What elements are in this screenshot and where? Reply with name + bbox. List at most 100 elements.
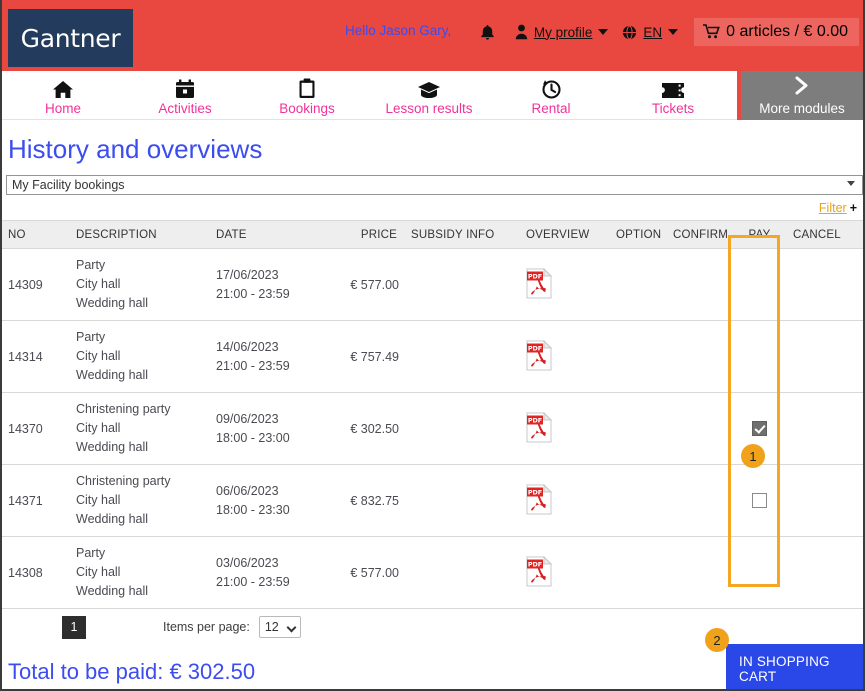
nav-item-more-modules[interactable]: More modules: [737, 71, 863, 120]
cell-subsidy-info: [405, 248, 520, 321]
gantner-logo[interactable]: Gantner: [8, 9, 133, 67]
description-line-2: City hall: [76, 277, 121, 291]
pdf-file-icon[interactable]: PDF: [526, 555, 553, 587]
cell-description: Christening party City hall Wedding hall: [70, 464, 210, 537]
facility-select[interactable]: My Facility bookings: [6, 175, 863, 195]
cell-pay: [732, 248, 787, 321]
date-value: 03/06/2023: [216, 555, 279, 570]
pay-checkbox[interactable]: [752, 493, 767, 509]
items-per-page-select[interactable]: 12: [258, 616, 301, 638]
description-line-1: Christening party: [76, 474, 171, 488]
svg-text:PDF: PDF: [528, 488, 542, 496]
date-value: 17/06/2023: [216, 267, 279, 282]
time-value: 21:00 - 23:59: [216, 286, 290, 301]
col-header-date: DATE: [210, 220, 320, 249]
svg-text:PDF: PDF: [528, 344, 542, 352]
pdf-file-icon[interactable]: PDF: [526, 411, 553, 443]
cell-cancel: [787, 536, 863, 609]
cell-price: € 757.49: [320, 320, 405, 393]
cell-date: 09/06/2023 18:00 - 23:00: [210, 392, 320, 465]
cell-cancel: [787, 320, 863, 393]
cell-option: [610, 320, 667, 393]
items-per-page-label: Items per page:: [163, 620, 250, 634]
nav-item-home[interactable]: Home: [2, 71, 124, 119]
svg-text:PDF: PDF: [528, 416, 542, 424]
table-row: 14314 Party City hall Wedding hall 14/06/202…: [2, 320, 863, 393]
cart-summary-button[interactable]: 0 articles / € 0.00: [694, 18, 859, 46]
filter-plus-icon[interactable]: +: [850, 201, 857, 215]
cell-confirm: [667, 392, 732, 465]
description-line-2: City hall: [76, 565, 121, 579]
filter-row: Filter +: [2, 195, 863, 220]
my-profile-menu[interactable]: My profile: [515, 24, 609, 40]
cell-no: 14309: [2, 248, 70, 321]
calendar-icon: [175, 77, 195, 99]
cell-price: € 577.00: [320, 248, 405, 321]
bell-icon: [480, 24, 495, 41]
pdf-file-icon[interactable]: PDF: [526, 339, 553, 371]
cell-overview: PDF: [520, 320, 610, 393]
cell-pay: [732, 464, 787, 537]
cell-pay: [732, 536, 787, 609]
date-value: 14/06/2023: [216, 339, 279, 354]
clock-history-icon: [541, 77, 562, 99]
nav-label: Lesson results: [385, 101, 473, 116]
nav-item-tickets[interactable]: Tickets: [612, 71, 734, 119]
logo-text: Gantner: [20, 23, 121, 53]
cell-confirm: [667, 248, 732, 321]
pay-checkbox[interactable]: [752, 421, 767, 437]
nav-item-bookings[interactable]: Bookings: [246, 71, 368, 119]
cell-price: € 832.75: [320, 464, 405, 537]
pagination-bar: 1 Items per page: 12: [2, 609, 863, 645]
svg-text:PDF: PDF: [528, 272, 542, 280]
notifications-button[interactable]: [480, 24, 501, 41]
bookings-table: NO DESCRIPTION DATE PRICE SUBSIDY INFO O…: [2, 220, 863, 609]
chevron-down-icon: [598, 29, 609, 35]
cell-date: 14/06/2023 21:00 - 23:59: [210, 320, 320, 393]
cell-no: 14308: [2, 536, 70, 609]
home-icon: [52, 77, 74, 99]
cell-subsidy-info: [405, 464, 520, 537]
cell-cancel: [787, 464, 863, 537]
time-value: 18:00 - 23:00: [216, 430, 290, 445]
graduation-cap-icon: [417, 77, 441, 99]
time-value: 18:00 - 23:30: [216, 502, 290, 517]
cell-description: Party City hall Wedding hall: [70, 320, 210, 393]
cell-cancel: [787, 248, 863, 321]
nav-item-rental[interactable]: Rental: [490, 71, 612, 119]
col-header-description: DESCRIPTION: [70, 220, 210, 249]
cell-date: 17/06/2023 21:00 - 23:59: [210, 248, 320, 321]
table-row: 14309 Party City hall Wedding hall 17/06/202…: [2, 248, 863, 321]
user-icon: [515, 24, 528, 40]
cell-overview: PDF: [520, 536, 610, 609]
nav-label: Rental: [531, 101, 571, 116]
svg-text:PDF: PDF: [528, 560, 542, 568]
col-header-confirm: CONFIRM: [667, 220, 732, 249]
cell-option: [610, 392, 667, 465]
time-value: 21:00 - 23:59: [216, 574, 290, 589]
filter-link[interactable]: Filter: [819, 201, 847, 215]
chevron-down-icon: [847, 181, 855, 186]
table-body: 14309 Party City hall Wedding hall 17/06/202…: [2, 248, 863, 609]
nav-item-activities[interactable]: Activities: [124, 71, 246, 119]
col-header-cancel: CANCEL: [787, 220, 863, 249]
cell-subsidy-info: [405, 392, 520, 465]
cell-confirm: [667, 464, 732, 537]
shopping-cart-icon: [703, 24, 720, 39]
cell-price: € 302.50: [320, 392, 405, 465]
language-label: EN: [643, 24, 663, 40]
description-line-3: Wedding hall: [76, 296, 149, 310]
main-navigation: Home Activities Bookings Lesson results …: [2, 71, 863, 120]
table-header-row: NO DESCRIPTION DATE PRICE SUBSIDY INFO O…: [2, 220, 863, 249]
page-button-1[interactable]: 1: [62, 615, 86, 639]
pdf-file-icon[interactable]: PDF: [526, 267, 553, 299]
in-shopping-cart-button[interactable]: IN SHOPPING CART: [726, 644, 863, 689]
table-header: NO DESCRIPTION DATE PRICE SUBSIDY INFO O…: [2, 220, 863, 249]
nav-label: More modules: [759, 100, 845, 116]
cell-price: € 577.00: [320, 536, 405, 609]
chevron-down-icon: [286, 622, 297, 633]
nav-label: Bookings: [279, 101, 335, 116]
pdf-file-icon[interactable]: PDF: [526, 483, 553, 515]
nav-item-lesson-results[interactable]: Lesson results: [368, 71, 490, 119]
language-menu[interactable]: EN: [622, 24, 679, 40]
